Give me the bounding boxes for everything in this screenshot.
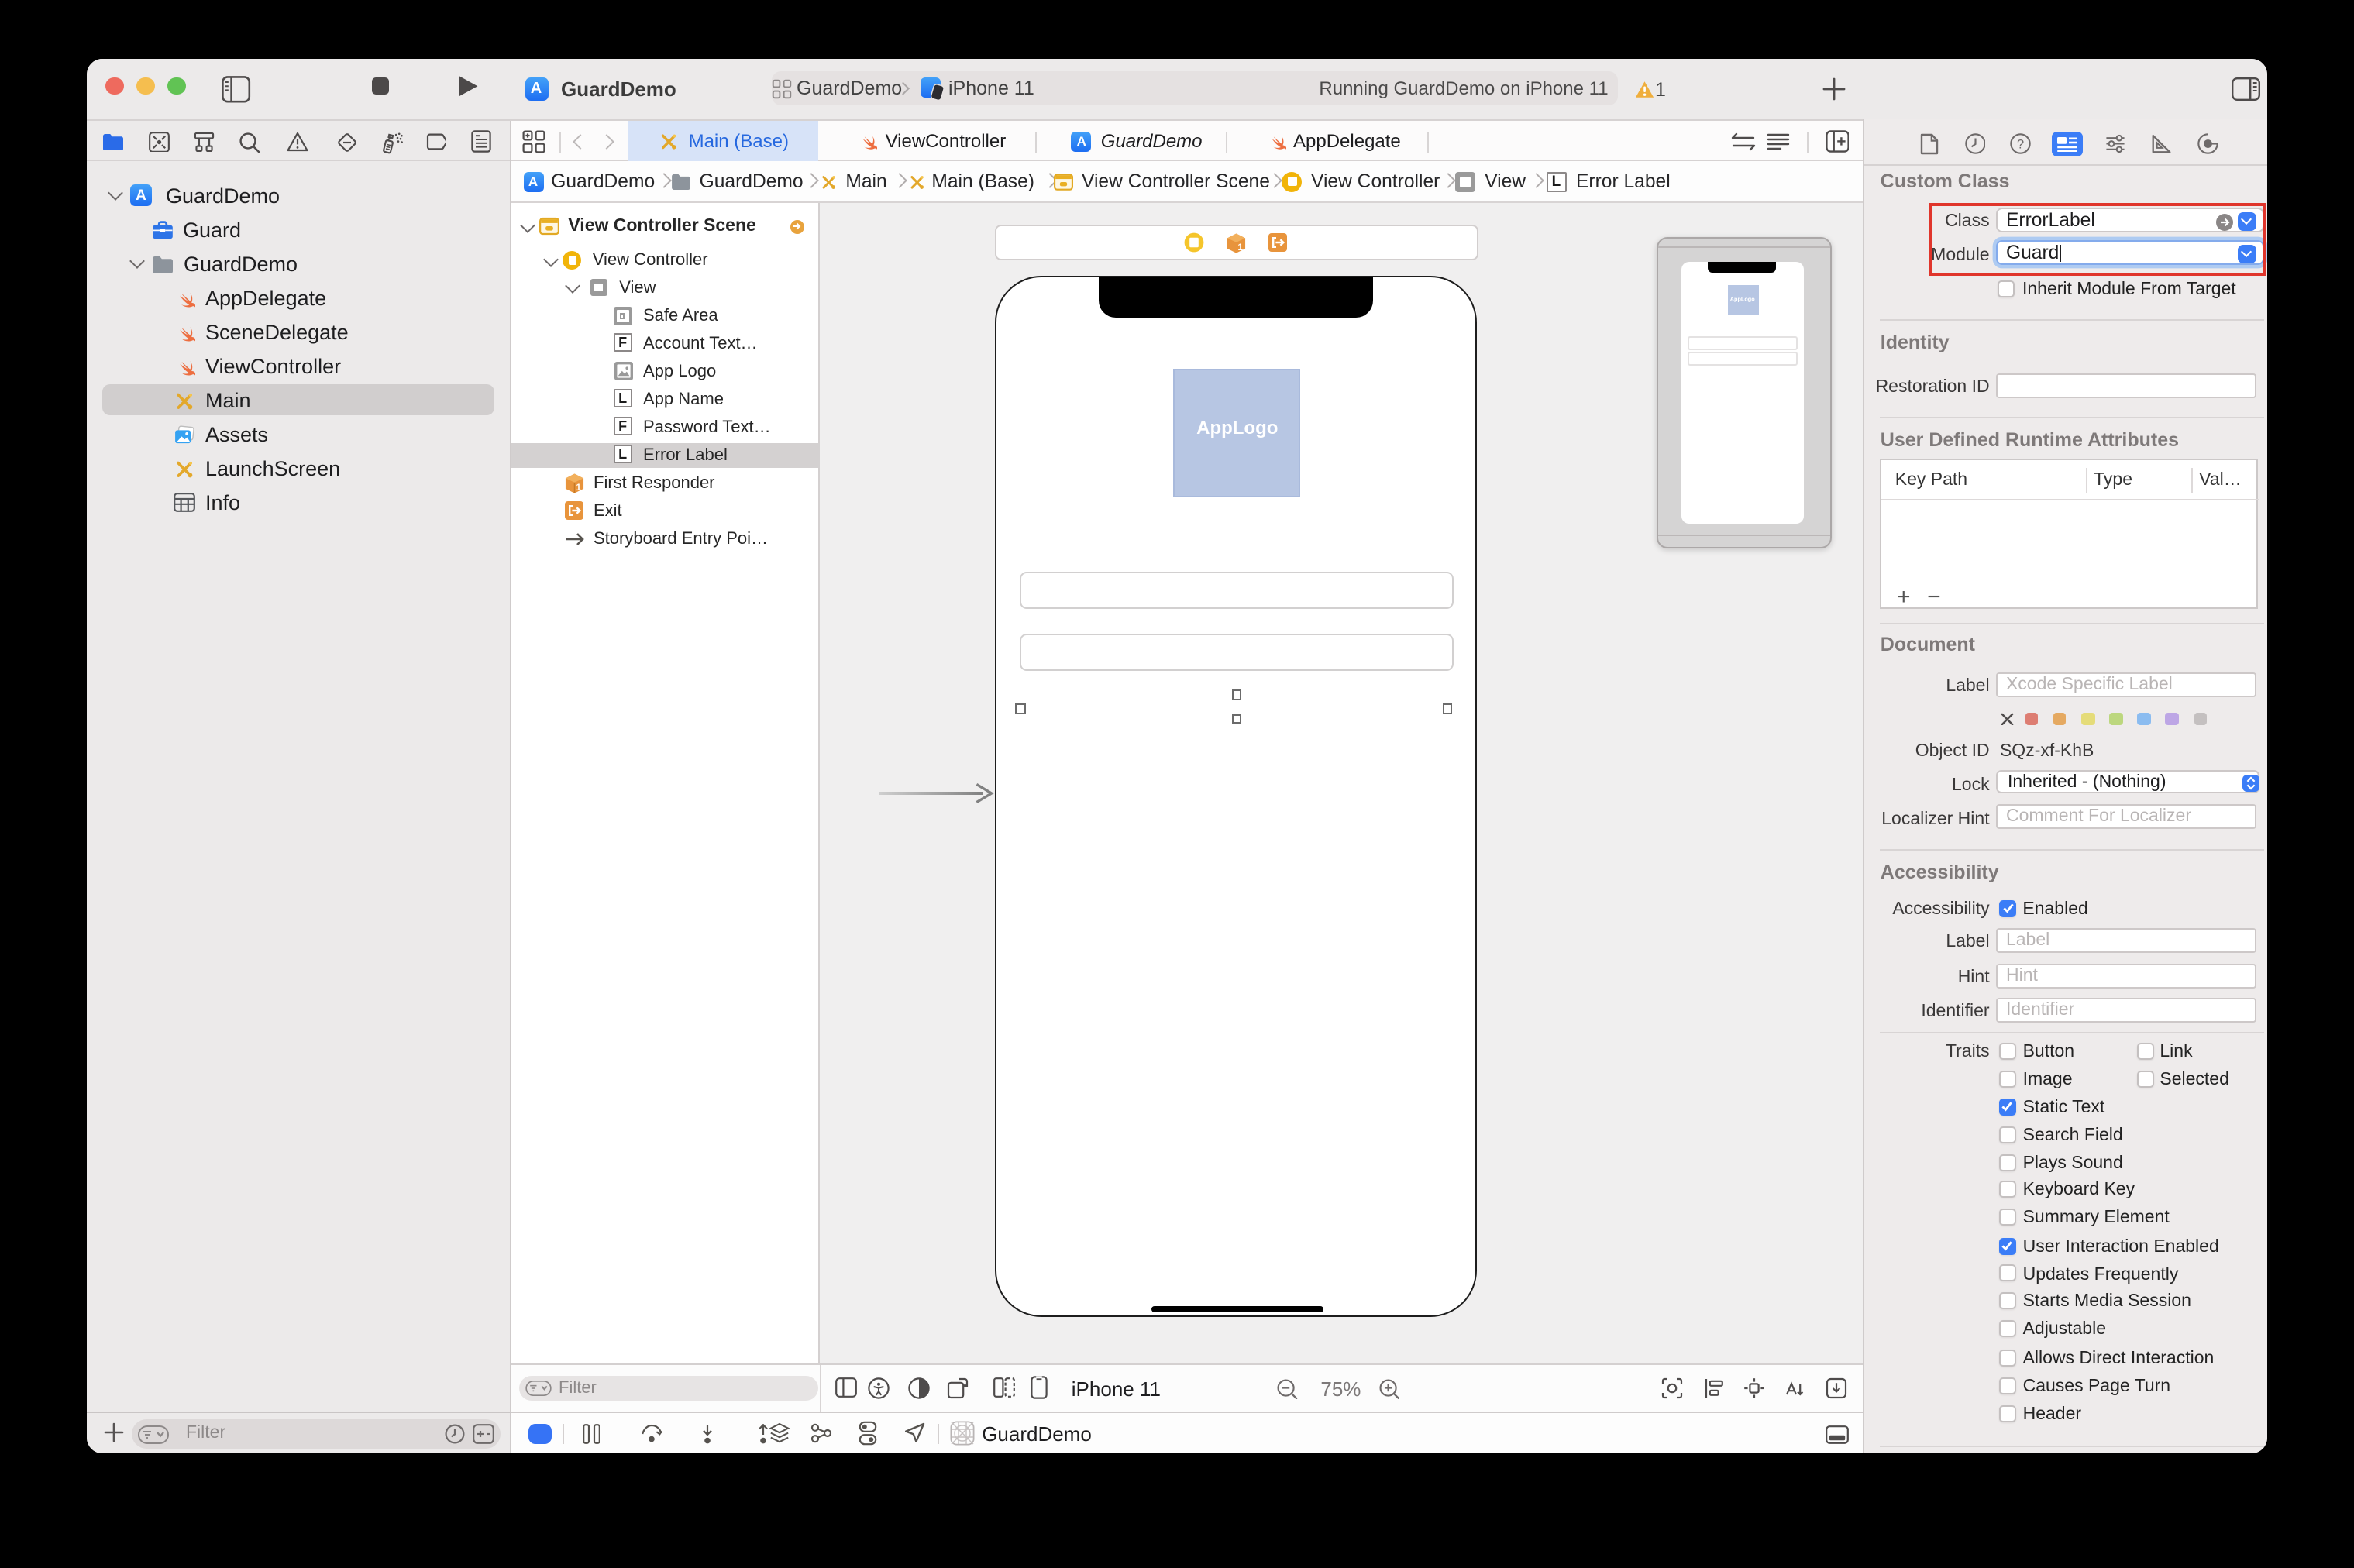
- svg-text:1: 1: [576, 483, 582, 493]
- svg-text:1: 1: [1237, 242, 1243, 252]
- svg-text:?: ?: [2017, 137, 2024, 151]
